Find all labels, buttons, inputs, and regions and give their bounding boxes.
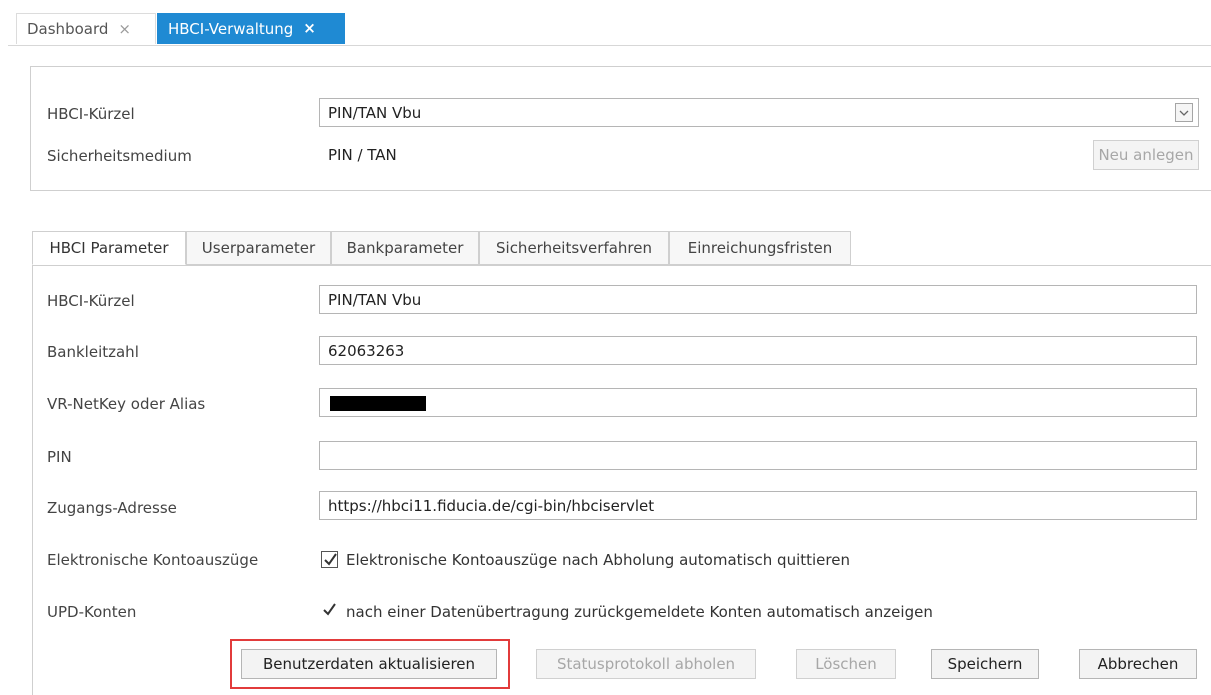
bankleitzahl-label: Bankleitzahl bbox=[47, 343, 139, 361]
zugangs-adresse-input[interactable]: https://hbci11.fiducia.de/cgi-bin/hbcise… bbox=[319, 491, 1197, 520]
document-tab-bar: Dashboard × HBCI-Verwaltung × bbox=[8, 13, 1211, 46]
pin-input[interactable] bbox=[319, 441, 1197, 470]
redacted-value bbox=[330, 396, 426, 411]
parameter-tab-bar: HBCI Parameter Userparameter Bankparamet… bbox=[32, 231, 1211, 266]
hbci-kuerzel-label: HBCI-Kürzel bbox=[47, 105, 135, 123]
kontoauszuege-label: Elektronische Kontoauszüge bbox=[47, 551, 259, 569]
kontoauszuege-checkbox-label[interactable]: Elektronische Kontoauszüge nach Abholung… bbox=[346, 551, 850, 569]
bankleitzahl-input[interactable]: 62063263 bbox=[319, 336, 1197, 365]
tab-hbci-verwaltung[interactable]: HBCI-Verwaltung × bbox=[157, 13, 345, 44]
tab-hbci-parameter[interactable]: HBCI Parameter bbox=[32, 231, 186, 265]
save-button[interactable]: Speichern bbox=[931, 649, 1039, 679]
upd-konten-checkbox[interactable] bbox=[321, 602, 338, 619]
check-icon bbox=[324, 553, 337, 566]
tab-hbci-label: HBCI-Verwaltung bbox=[168, 19, 294, 38]
sicherheitsmedium-label: Sicherheitsmedium bbox=[47, 147, 192, 165]
tab-dashboard-label: Dashboard bbox=[27, 20, 109, 38]
tab-sicherheitsverfahren[interactable]: Sicherheitsverfahren bbox=[479, 231, 669, 265]
close-icon[interactable]: × bbox=[118, 21, 131, 37]
zugangs-adresse-label: Zugangs-Adresse bbox=[47, 499, 177, 517]
netkey-label: VR-NetKey oder Alias bbox=[47, 395, 206, 413]
netkey-input[interactable] bbox=[319, 388, 1197, 417]
hbci-selection-panel: HBCI-Kürzel PIN/TAN Vbu Sicherheitsmediu… bbox=[30, 66, 1211, 191]
hbci-kuerzel-select[interactable]: PIN/TAN Vbu bbox=[319, 98, 1199, 127]
new-button[interactable]: Neu anlegen bbox=[1093, 140, 1199, 170]
chevron-down-icon[interactable] bbox=[1175, 103, 1193, 122]
pin-label: PIN bbox=[47, 448, 72, 466]
upd-konten-checkbox-label[interactable]: nach einer Datenübertragung zurückgemeld… bbox=[346, 603, 933, 621]
fetch-status-log-button[interactable]: Statusprotokoll abholen bbox=[536, 649, 756, 679]
update-user-data-button[interactable]: Benutzerdaten aktualisieren bbox=[241, 649, 497, 679]
tab-einreichungsfristen[interactable]: Einreichungsfristen bbox=[669, 231, 851, 265]
close-icon[interactable]: × bbox=[303, 21, 316, 36]
cancel-button[interactable]: Abbrechen bbox=[1079, 649, 1197, 679]
delete-button[interactable]: Löschen bbox=[796, 649, 896, 679]
params-kuerzel-input[interactable]: PIN/TAN Vbu bbox=[319, 285, 1197, 314]
tab-dashboard[interactable]: Dashboard × bbox=[16, 13, 156, 44]
hbci-kuerzel-selected-value: PIN/TAN Vbu bbox=[328, 103, 422, 122]
sicherheitsmedium-value: PIN / TAN bbox=[328, 146, 397, 164]
check-icon bbox=[323, 603, 336, 616]
params-kuerzel-label: HBCI-Kürzel bbox=[47, 292, 135, 310]
tab-userparameter[interactable]: Userparameter bbox=[186, 231, 331, 265]
upd-konten-label: UPD-Konten bbox=[47, 603, 137, 621]
hbci-parameter-panel bbox=[32, 265, 1211, 695]
tab-bankparameter[interactable]: Bankparameter bbox=[331, 231, 479, 265]
kontoauszuege-checkbox[interactable] bbox=[321, 551, 338, 568]
